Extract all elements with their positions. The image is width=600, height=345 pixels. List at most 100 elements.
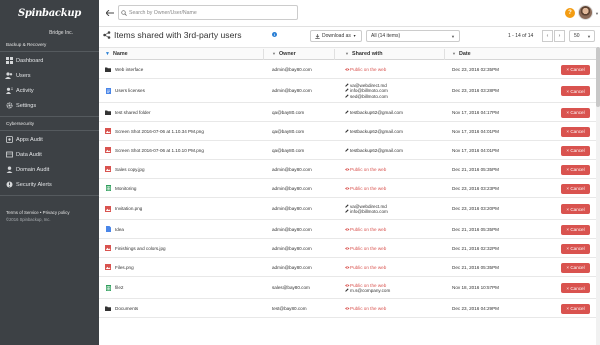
column-header-owner[interactable]: ▼ Owner xyxy=(272,47,296,60)
sidebar-item-users[interactable]: Users xyxy=(0,68,99,83)
file-name-cell[interactable]: Screen Shot 2016-07-06 at 1.10.34 PM.png xyxy=(105,128,204,134)
shared-with-text: info@billmoto.com xyxy=(350,209,388,214)
shared-with-cell: Public on the web xyxy=(345,227,386,233)
sidebar-item-label: Dashboard xyxy=(16,57,44,64)
divider xyxy=(263,49,264,60)
scrollbar[interactable] xyxy=(596,47,600,345)
cancel-share-button[interactable]: × Cancel xyxy=(561,303,590,314)
divider xyxy=(0,130,99,131)
chevron-down-icon: ▼ xyxy=(451,34,455,39)
shared-public-entry: Public on the web xyxy=(345,227,386,233)
next-page-button[interactable]: › xyxy=(554,30,565,42)
cancel-share-button[interactable]: × Cancel xyxy=(561,183,590,194)
cancel-share-button[interactable]: × Cancel xyxy=(561,145,590,156)
shared-with-cell: testbackup62@gmail.com xyxy=(345,110,403,116)
footer-links[interactable]: Terms of Service • Privacy policy xyxy=(0,209,99,216)
avatar[interactable] xyxy=(578,5,593,20)
section-label-backup: Backup & Recovery xyxy=(6,42,47,47)
shared-with-cell: Public on the web xyxy=(345,167,386,173)
cancel-share-button[interactable]: × Cancel xyxy=(561,204,590,214)
table-row: Finishings and colors.jpg admin@bay80.com… xyxy=(99,239,600,258)
column-header-name[interactable]: ▼ Name xyxy=(105,47,128,60)
cancel-share-button[interactable]: × Cancel xyxy=(561,126,590,137)
sidebar-item-label: Activity xyxy=(16,87,34,94)
shared-with-text: Public on the web xyxy=(350,66,387,72)
file-name: Web interface xyxy=(115,66,144,72)
pager-text: 1 - 14 of 14 xyxy=(508,33,534,39)
sidebar: Spinbackup Bridge Inc. Backup & Recovery… xyxy=(0,0,99,345)
sidebar-item-data-audit[interactable]: Data Audit xyxy=(0,147,99,162)
prev-page-button[interactable]: ‹ xyxy=(542,30,553,42)
sidebar-item-security-alerts[interactable]: Security Alerts xyxy=(0,177,99,192)
cancel-share-button[interactable]: × Cancel xyxy=(561,224,590,235)
file-name: Finishings and colors.jpg xyxy=(115,245,166,251)
file-name-cell[interactable]: Users licenses xyxy=(105,87,145,94)
per-page-select[interactable]: 50 ▼ xyxy=(569,30,595,42)
file-name-cell[interactable]: test shared folder xyxy=(105,109,151,115)
image-icon xyxy=(105,147,111,153)
file-name: Monitoring xyxy=(115,185,137,191)
file-name: Screen Shot 2016-07-06 at 1.10.34 PM.png xyxy=(115,128,204,134)
chevron-down-icon: ▼ xyxy=(587,34,591,39)
date-cell: Nov 17, 2016 04:01PM xyxy=(452,147,499,153)
file-name-cell[interactable]: Finishings and colors.jpg xyxy=(105,245,166,251)
sidebar-item-settings[interactable]: Settings xyxy=(0,98,99,113)
column-header-shared[interactable]: ▼ Shared with xyxy=(345,47,383,60)
table-row: Monitoring admin@bay80.com Public on the w… xyxy=(99,179,600,198)
filter-select[interactable]: All (14 items) ▼ xyxy=(366,30,460,42)
divider xyxy=(0,51,99,52)
activity-icon xyxy=(5,87,13,95)
file-name-cell[interactable]: file2 xyxy=(105,284,123,291)
file-name: Sales copy.jpg xyxy=(115,166,145,172)
date-cell: Dec 23, 2016 03:23PM xyxy=(452,185,499,191)
file-name-cell[interactable]: Idea xyxy=(105,226,124,232)
file-name: Screen Shot 2016-07-06 at 1.10.10 PM.png xyxy=(115,147,204,153)
file-name-cell[interactable]: Screen Shot 2016-07-06 at 1.10.10 PM.png xyxy=(105,147,204,153)
cancel-share-button[interactable]: × Cancel xyxy=(561,262,590,273)
table-row: Screen Shot 2016-07-06 at 1.10.34 PM.png… xyxy=(99,122,600,141)
shared-public-entry: Public on the web xyxy=(345,167,386,173)
sidebar-item-apps-audit[interactable]: Apps Audit xyxy=(0,132,99,147)
cancel-share-button[interactable]: × Cancel xyxy=(561,283,590,293)
date-cell: Dec 23, 2016 03:28PM xyxy=(452,88,499,93)
logo[interactable]: Spinbackup xyxy=(0,0,99,27)
owner-cell: admin@bay80.com xyxy=(272,66,312,72)
dashboard-icon xyxy=(5,57,13,65)
file-name: Idea xyxy=(115,226,124,232)
owner-cell: qa@bay80.com xyxy=(272,128,305,134)
file-name-cell[interactable]: Documents xyxy=(105,305,138,311)
cancel-share-button[interactable]: × Cancel xyxy=(561,64,590,75)
file-name-cell[interactable]: Sales copy.jpg xyxy=(105,166,145,172)
chevron-down-icon[interactable]: ▼ xyxy=(595,11,599,16)
file-name-cell[interactable]: Monitoring xyxy=(105,185,136,191)
owner-cell: admin@bay80.com xyxy=(272,206,312,211)
file-name-cell[interactable]: Invitation.png xyxy=(105,205,142,212)
column-header-date[interactable]: ▼ Date xyxy=(452,47,471,60)
date-cell: Dec 23, 2016 03:20PM xyxy=(452,206,499,211)
help-icon[interactable]: ? xyxy=(565,8,575,18)
cancel-share-button[interactable]: × Cancel xyxy=(561,86,590,96)
sidebar-item-domain-audit[interactable]: Domain Audit xyxy=(0,162,99,177)
logo-text: Spinbackup xyxy=(17,8,82,19)
file-name-cell[interactable]: Web interface xyxy=(105,66,143,72)
owner-cell: qa@bay80.com xyxy=(272,109,305,115)
cancel-share-button[interactable]: × Cancel xyxy=(561,107,590,118)
column-header-name-label: Name xyxy=(112,50,128,57)
shared-user-entry: sed@billmoto.com xyxy=(345,94,388,100)
back-button[interactable] xyxy=(103,7,116,19)
search-box[interactable] xyxy=(118,5,298,20)
image-icon xyxy=(105,205,111,212)
apps-icon xyxy=(5,136,13,144)
sidebar-item-dashboard[interactable]: Dashboard xyxy=(0,53,99,68)
chevron-down-icon: ▼ xyxy=(352,34,357,38)
alert-icon xyxy=(5,181,13,189)
cancel-share-button[interactable]: × Cancel xyxy=(561,164,590,175)
cancel-share-button[interactable]: × Cancel xyxy=(561,243,590,254)
download-button[interactable]: Download as ▼ xyxy=(310,30,362,42)
file-name-cell[interactable]: Files.png xyxy=(105,264,134,270)
search-input[interactable] xyxy=(129,9,289,16)
scrollbar-thumb[interactable] xyxy=(596,47,600,107)
info-icon[interactable]: i xyxy=(272,32,277,37)
sidebar-item-activity[interactable]: Activity xyxy=(0,83,99,98)
table-row: Web interface admin@bay80.com Public on th… xyxy=(99,60,600,79)
